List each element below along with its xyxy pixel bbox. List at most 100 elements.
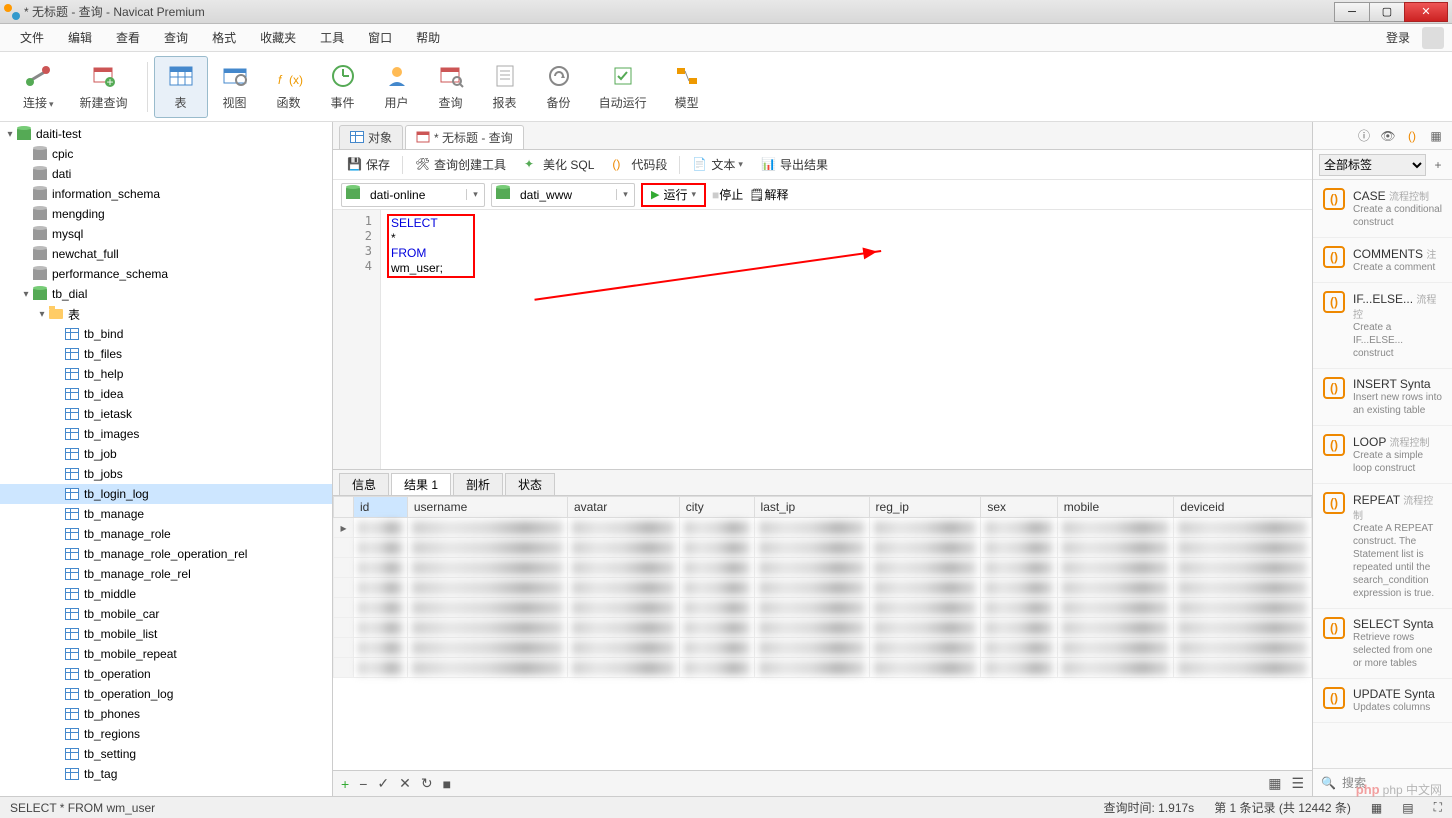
snippet-item[interactable]: () REPEAT 流程控制 Create A REPEAT construct…: [1313, 484, 1452, 609]
close-button[interactable]: ✕: [1404, 2, 1448, 22]
tree-item[interactable]: tb_idea: [0, 384, 332, 404]
run-button[interactable]: ▶ 运行 ▾: [641, 183, 706, 207]
menu-query[interactable]: 查询: [152, 29, 200, 46]
menu-edit[interactable]: 编辑: [56, 29, 104, 46]
tab-status[interactable]: 状态: [505, 473, 555, 495]
menu-favorites[interactable]: 收藏夹: [248, 29, 308, 46]
tree-item[interactable]: tb_tag: [0, 764, 332, 784]
cancel-button[interactable]: ✕: [399, 775, 411, 792]
grid-icon[interactable]: ▦: [1428, 128, 1444, 144]
add-tag-icon[interactable]: +: [1430, 157, 1446, 173]
table-button[interactable]: 表: [154, 56, 208, 118]
tree-item[interactable]: tb_regions: [0, 724, 332, 744]
column-header[interactable]: sex: [981, 497, 1057, 518]
info-icon[interactable]: ⓘ: [1356, 128, 1372, 144]
tree-item[interactable]: mysql: [0, 224, 332, 244]
snippet-item[interactable]: () COMMENTS 注 Create a comment: [1313, 238, 1452, 283]
menu-view[interactable]: 查看: [104, 29, 152, 46]
table-row[interactable]: [334, 598, 1312, 618]
tree-item[interactable]: tb_manage_role_rel: [0, 564, 332, 584]
grid-mode-icon[interactable]: ▦: [1371, 801, 1382, 815]
query-button[interactable]: 查询: [424, 56, 478, 118]
tree-item[interactable]: tb_manage: [0, 504, 332, 524]
maximize-button[interactable]: ▢: [1369, 2, 1405, 22]
tree-item[interactable]: tb_mobile_car: [0, 604, 332, 624]
snippet-item[interactable]: () CASE 流程控制 Create a conditional constr…: [1313, 180, 1452, 238]
save-button[interactable]: 💾保存: [341, 153, 396, 176]
snippet-item[interactable]: () UPDATE Synta Updates columns: [1313, 679, 1452, 723]
tree-item[interactable]: ▾daiti-test: [0, 124, 332, 144]
function-button[interactable]: f(x) 函数: [262, 56, 316, 118]
table-row[interactable]: [334, 538, 1312, 558]
menu-window[interactable]: 窗口: [356, 29, 404, 46]
table-row[interactable]: [334, 578, 1312, 598]
tree-item[interactable]: ▾表: [0, 304, 332, 324]
tree-item[interactable]: tb_mobile_list: [0, 624, 332, 644]
eye-icon[interactable]: 👁: [1380, 128, 1396, 144]
tree-item[interactable]: information_schema: [0, 184, 332, 204]
tree-item[interactable]: ▾tb_dial: [0, 284, 332, 304]
tree-item[interactable]: dati: [0, 164, 332, 184]
tree-item[interactable]: tb_login_log: [0, 484, 332, 504]
column-header[interactable]: reg_ip: [869, 497, 981, 518]
tree-item[interactable]: tb_operation: [0, 664, 332, 684]
auto-run-button[interactable]: 自动运行: [586, 56, 660, 118]
tab-result[interactable]: 结果 1: [391, 473, 451, 495]
sql-editor[interactable]: 1234 SELECT * FROM wm_user;: [333, 210, 1312, 470]
result-grid[interactable]: idusernameavatarcitylast_ipreg_ipsexmobi…: [333, 496, 1312, 770]
commit-button[interactable]: ✓: [377, 775, 389, 792]
table-row[interactable]: [334, 558, 1312, 578]
model-button[interactable]: 模型: [660, 56, 714, 118]
menu-tools[interactable]: 工具: [308, 29, 356, 46]
column-header[interactable]: id: [354, 497, 408, 518]
database-combo[interactable]: dati_www ▾: [491, 183, 635, 207]
tree-item[interactable]: tb_files: [0, 344, 332, 364]
column-header[interactable]: city: [679, 497, 754, 518]
tree-item[interactable]: tb_middle: [0, 584, 332, 604]
connect-button[interactable]: 连接▾: [10, 56, 67, 118]
snippet-item[interactable]: () INSERT Synta Insert new rows into an …: [1313, 369, 1452, 426]
tree-item[interactable]: tb_mobile_repeat: [0, 644, 332, 664]
new-query-button[interactable]: + 新建查询: [67, 56, 141, 118]
tree-item[interactable]: cpic: [0, 144, 332, 164]
tree-item[interactable]: tb_manage_role_operation_rel: [0, 544, 332, 564]
tree-item[interactable]: tb_job: [0, 444, 332, 464]
report-button[interactable]: 报表: [478, 56, 532, 118]
text-button[interactable]: 📄文本▾: [686, 153, 749, 176]
view-button[interactable]: 视图: [208, 56, 262, 118]
delete-row-button[interactable]: −: [359, 776, 367, 792]
tree-item[interactable]: newchat_full: [0, 244, 332, 264]
menu-file[interactable]: 文件: [8, 29, 56, 46]
tree-item[interactable]: performance_schema: [0, 264, 332, 284]
menu-help[interactable]: 帮助: [404, 29, 452, 46]
stop-load-button[interactable]: ■: [443, 776, 451, 792]
avatar[interactable]: [1422, 27, 1444, 49]
snippet-item[interactable]: () SELECT Synta Retrieve rows selected f…: [1313, 609, 1452, 679]
snippet-item[interactable]: () LOOP 流程控制 Create a simple loop constr…: [1313, 426, 1452, 484]
column-header[interactable]: avatar: [567, 497, 679, 518]
tree-item[interactable]: tb_operation_log: [0, 684, 332, 704]
add-row-button[interactable]: +: [341, 776, 349, 792]
tree-item[interactable]: tb_setting: [0, 744, 332, 764]
tree-item[interactable]: tb_phones: [0, 704, 332, 724]
explain-button[interactable]: 🗒解释: [749, 186, 788, 203]
tag-filter-select[interactable]: 全部标签: [1319, 154, 1426, 176]
event-button[interactable]: 事件: [316, 56, 370, 118]
snippet-item[interactable]: () IF...ELSE... 流程控 Create a IF...ELSE..…: [1313, 283, 1452, 369]
tab-profile[interactable]: 剖析: [453, 473, 503, 495]
code-snippet-button[interactable]: ()代码段: [606, 153, 673, 176]
user-button[interactable]: 用户: [370, 56, 424, 118]
table-row[interactable]: [334, 618, 1312, 638]
backup-button[interactable]: 备份: [532, 56, 586, 118]
tree-item[interactable]: tb_jobs: [0, 464, 332, 484]
column-header[interactable]: last_ip: [754, 497, 869, 518]
tree-item[interactable]: tb_images: [0, 424, 332, 444]
minimize-button[interactable]: ─: [1334, 2, 1370, 22]
tree-item[interactable]: tb_manage_role: [0, 524, 332, 544]
refresh-button[interactable]: ↻: [421, 775, 433, 792]
snippet-search[interactable]: 🔍 搜索: [1313, 768, 1452, 796]
form-view-icon[interactable]: ☰: [1291, 775, 1304, 792]
column-header[interactable]: username: [407, 497, 567, 518]
snippets-icon[interactable]: (): [1404, 128, 1420, 144]
connection-tree[interactable]: ▾daiti-test cpic dati information_schema…: [0, 122, 333, 796]
